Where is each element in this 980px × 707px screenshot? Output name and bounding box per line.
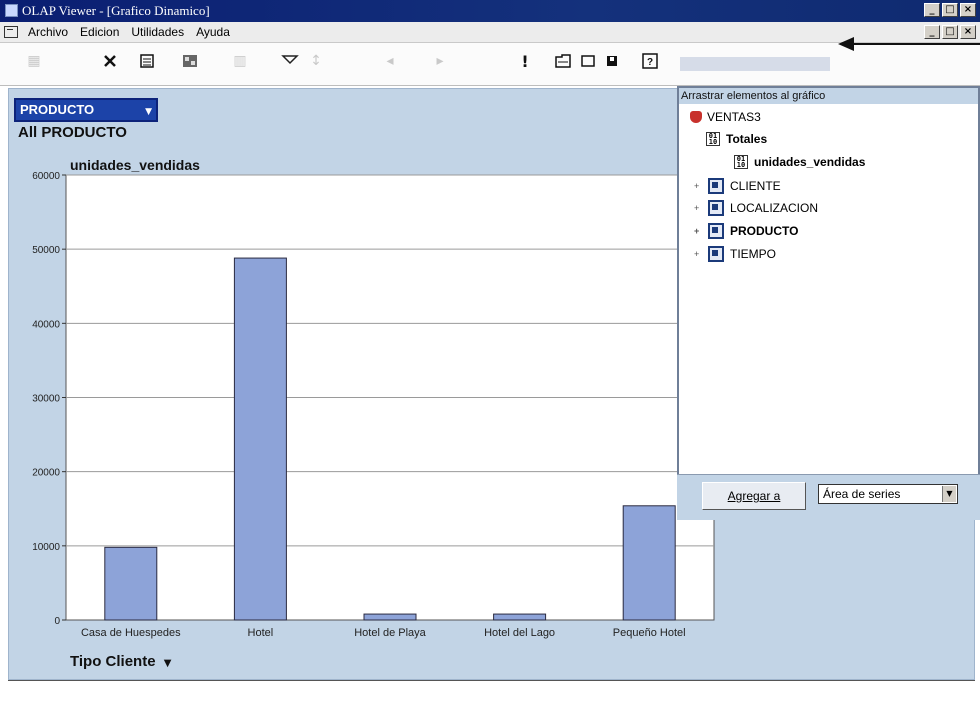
cube-icon — [690, 111, 702, 123]
y-tick-label: 60000 — [32, 171, 60, 182]
x-tick-label: Pequeño Hotel — [613, 627, 686, 639]
dimension-label: CLIENTE — [730, 179, 781, 193]
expand-icon[interactable]: + — [694, 203, 702, 213]
dimension-icon — [708, 200, 724, 216]
dimension-tiempo[interactable]: + TIEMPO — [694, 246, 776, 262]
dimension-icon — [708, 246, 724, 262]
measure-label: unidades_vendidas — [754, 155, 866, 169]
bar — [233, 257, 287, 621]
dimension-label: LOCALIZACION — [730, 201, 819, 215]
cube-label: VENTAS3 — [707, 110, 761, 124]
y-tick-label: 40000 — [32, 319, 60, 330]
bar — [104, 546, 158, 621]
category-field-label: Tipo Cliente — [70, 653, 156, 670]
bar — [363, 613, 417, 621]
y-tick-label: 20000 — [32, 468, 60, 479]
add-to-button[interactable]: Agregar a — [702, 482, 806, 510]
area-select[interactable]: Área de series ▼ — [818, 484, 958, 504]
bar — [622, 505, 676, 621]
x-tick-label: Hotel — [248, 627, 274, 639]
expand-icon[interactable]: + — [694, 226, 702, 236]
status-bar — [8, 680, 975, 707]
category-field-button[interactable]: Tipo Cliente ▼ — [70, 653, 171, 670]
y-tick-label: 30000 — [32, 394, 60, 405]
dimension-icon — [708, 178, 724, 194]
dimension-icon — [708, 223, 724, 239]
dimension-cliente[interactable]: + CLIENTE — [694, 178, 781, 194]
dimension-label: TIEMPO — [730, 247, 777, 261]
expand-icon[interactable]: + — [694, 249, 702, 259]
totals-node[interactable]: 01 10 Totales — [706, 132, 767, 146]
y-tick-label: 10000 — [32, 542, 60, 553]
bar — [493, 613, 547, 621]
field-list-panel: Arrastrar elementos al gráfico — [677, 86, 980, 520]
measure-node[interactable]: 01 10 unidades_vendidas — [734, 155, 865, 169]
field-list-header: Arrastrar elementos al gráfico — [679, 88, 978, 104]
measure-icon: 01 10 — [734, 155, 748, 169]
totals-label: Totales — [726, 132, 768, 146]
cube-node[interactable]: VENTAS3 — [690, 110, 761, 124]
totals-icon: 01 10 — [706, 132, 720, 146]
x-tick-label: Casa de Huespedes — [81, 627, 181, 639]
y-tick-label: 50000 — [32, 245, 60, 256]
dimension-producto[interactable]: + PRODUCTO — [694, 223, 798, 239]
area-select-value: Área de series — [823, 487, 901, 501]
x-tick-label: Hotel del Lago — [484, 627, 555, 639]
x-tick-label: Hotel de Playa — [354, 627, 426, 639]
chevron-down-icon: ▼ — [942, 486, 956, 502]
dimension-localizacion[interactable]: + LOCALIZACION — [694, 200, 818, 216]
expand-icon[interactable]: + — [694, 181, 702, 191]
y-tick-label: 0 — [54, 616, 60, 627]
dimension-label: PRODUCTO — [730, 224, 799, 238]
chevron-down-icon: ▼ — [163, 658, 172, 669]
